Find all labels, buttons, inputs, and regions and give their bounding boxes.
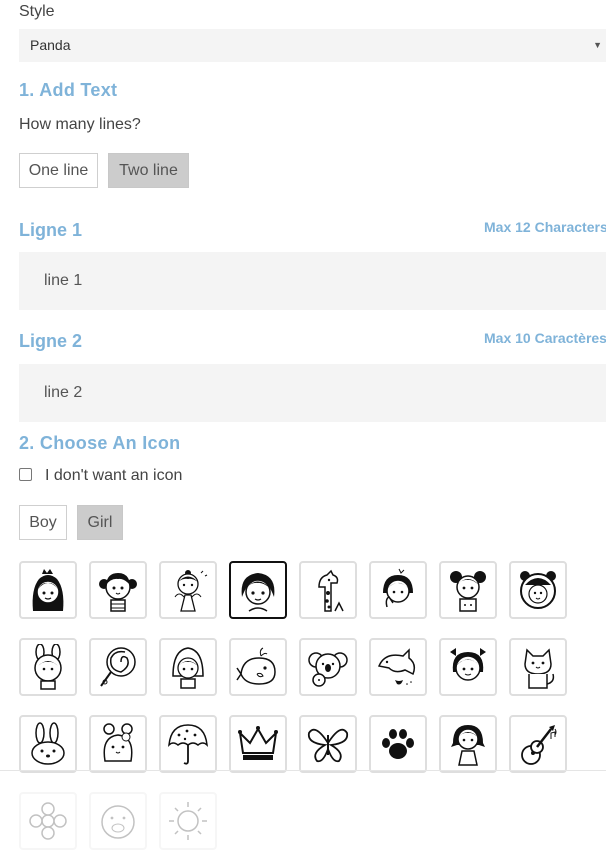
bunny-icon[interactable]	[19, 715, 77, 773]
style-label: Style	[19, 3, 55, 20]
section-choose-icon-title: 2. Choose An Icon	[19, 433, 181, 453]
pig-icon[interactable]	[89, 792, 147, 850]
bear-hood-kid-icon[interactable]	[509, 561, 567, 619]
boy-tab[interactable]: Boy	[19, 505, 67, 540]
girl-bob-hair-icon[interactable]	[229, 561, 287, 619]
lollipop-icon[interactable]	[89, 638, 147, 696]
dolphin-icon[interactable]	[369, 638, 427, 696]
red-hood-girl-icon[interactable]	[159, 638, 217, 696]
style-select-value: Panda	[30, 37, 71, 53]
lines-question: How many lines?	[19, 116, 141, 133]
bunny-hood-girl-icon[interactable]	[19, 638, 77, 696]
line2-input[interactable]	[19, 364, 606, 422]
girl-buns-icon[interactable]	[439, 561, 497, 619]
line2-title: Ligne 2	[19, 331, 83, 351]
fairy-girl-icon[interactable]	[159, 561, 217, 619]
princess-icon[interactable]	[19, 561, 77, 619]
girl-thinking-icon[interactable]	[369, 561, 427, 619]
girl-pigtails-icon[interactable]	[89, 561, 147, 619]
guitar-icon[interactable]	[509, 715, 567, 773]
paw-icon[interactable]	[369, 715, 427, 773]
umbrella-icon[interactable]	[159, 715, 217, 773]
girl-bows-icon[interactable]	[439, 638, 497, 696]
whale-icon[interactable]	[229, 638, 287, 696]
cat-icon[interactable]	[509, 638, 567, 696]
line1-max-chars: Max 12 Characters	[484, 219, 606, 235]
giraffe-icon[interactable]	[299, 561, 357, 619]
two-line-button[interactable]: Two line	[108, 153, 189, 188]
crown-icon[interactable]	[229, 715, 287, 773]
flower-icon[interactable]	[19, 792, 77, 850]
koala-icon[interactable]	[299, 638, 357, 696]
no-icon-label: I don't want an icon	[45, 467, 183, 484]
no-icon-option[interactable]: I don't want an icon	[19, 467, 182, 485]
line1-title: Ligne 1	[19, 220, 83, 240]
line1-input[interactable]	[19, 252, 606, 310]
line2-max-chars: Max 10 Caractères	[484, 330, 606, 346]
footer-divider	[0, 770, 606, 771]
bear-flower-icon[interactable]	[89, 715, 147, 773]
girl-tails-icon[interactable]	[439, 715, 497, 773]
girl-tab[interactable]: Girl	[77, 505, 123, 540]
butterfly-icon[interactable]	[299, 715, 357, 773]
sun-icon[interactable]	[159, 792, 217, 850]
section-add-text-title: 1. Add Text	[19, 80, 118, 100]
chevron-down-icon: ▼	[593, 40, 602, 50]
no-icon-checkbox[interactable]	[19, 468, 32, 481]
style-select[interactable]: Panda ▼	[19, 29, 606, 62]
one-line-button[interactable]: One line	[19, 153, 98, 188]
